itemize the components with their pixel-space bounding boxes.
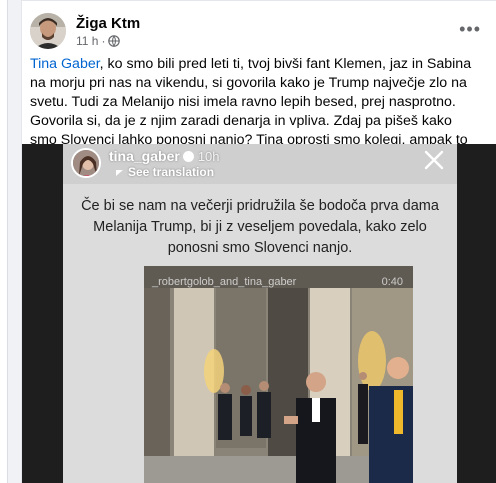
story-caption: Če bi se nam na večerji pridružila še bo… <box>81 198 439 256</box>
story-video-frame: _robertgolob_and_tina_gaber 0:40 <box>144 266 413 483</box>
video-watermark: _robertgolob_and_tina_gaber <box>152 276 297 288</box>
story-username-text: tina_gaber <box>109 148 180 164</box>
story-avatar <box>71 148 101 178</box>
post-meta: 11 h · <box>76 34 121 48</box>
mention-link[interactable]: Tina Gaber <box>30 56 100 72</box>
meta-separator: · <box>101 34 106 48</box>
video-timestamp: 0:40 <box>381 276 403 288</box>
story-time: 10h <box>197 149 220 164</box>
see-translation: See translation <box>115 165 214 179</box>
more-options-icon[interactable]: ••• <box>459 19 481 40</box>
translate-icon <box>116 170 123 176</box>
verified-icon <box>182 151 194 162</box>
post-time[interactable]: 11 h <box>76 34 98 48</box>
post-media[interactable]: tina_gaber 10h See translation Če bi se n… <box>22 144 496 483</box>
author-name[interactable]: Žiga Ktm <box>76 15 140 32</box>
story-username: tina_gaber 10h <box>109 148 220 164</box>
close-icon <box>424 150 444 170</box>
see-translation-text: See translation <box>128 165 215 179</box>
post-header: Žiga Ktm 11 h · ••• <box>30 13 485 49</box>
post-card: Žiga Ktm 11 h · ••• Tina Gaber, ko smo b… <box>21 0 496 483</box>
author-avatar[interactable] <box>30 13 66 49</box>
globe-icon <box>108 35 121 47</box>
story-screenshot: tina_gaber 10h See translation Če bi se n… <box>63 144 457 483</box>
left-sidebar-edge <box>0 0 8 483</box>
video-scene <box>144 266 413 483</box>
